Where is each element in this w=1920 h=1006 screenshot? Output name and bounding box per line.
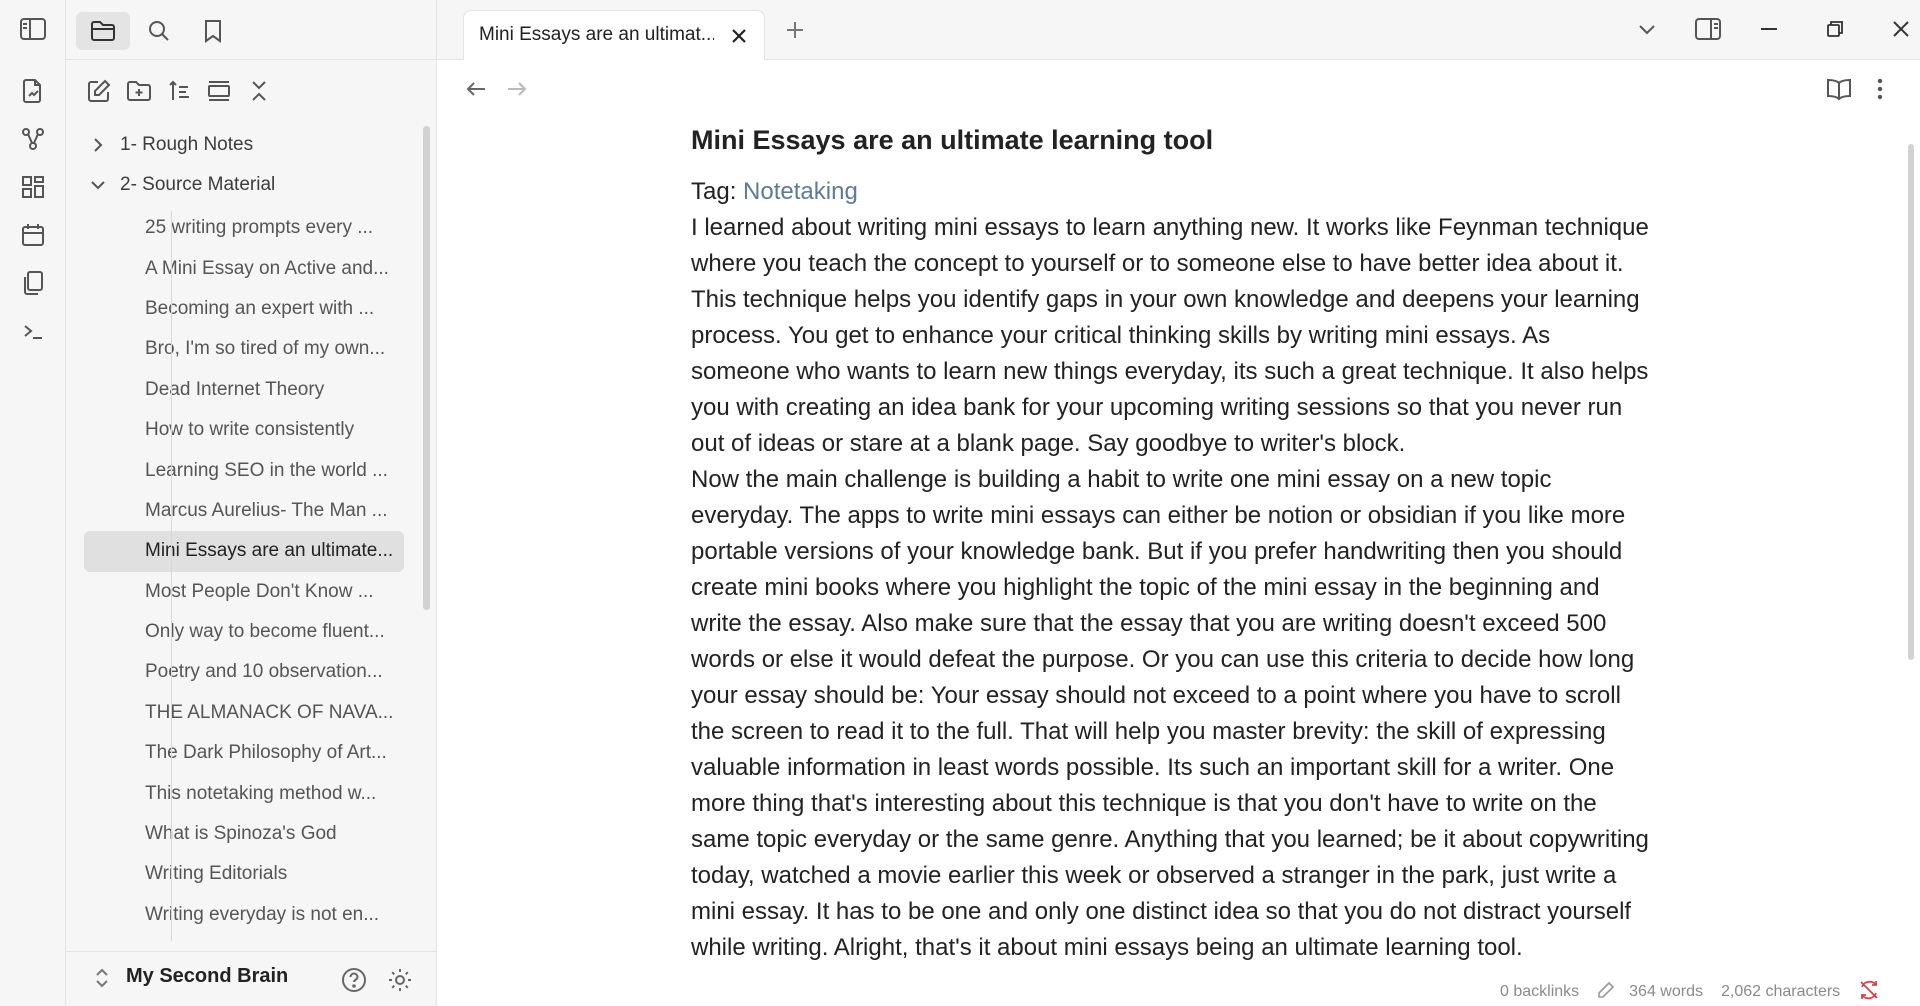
file-item[interactable]: Becoming an expert with ... <box>84 289 404 329</box>
tab-list-chevron-down-icon[interactable] <box>1632 14 1662 44</box>
open-quick-switcher-icon[interactable] <box>18 76 48 106</box>
sidebar-scrollbar[interactable] <box>423 126 430 610</box>
close-tab-icon[interactable] <box>726 23 752 49</box>
file-explorer-actions <box>66 68 437 112</box>
navigate-forward-arrow-icon[interactable] <box>502 74 532 104</box>
file-item[interactable]: Poetry and 10 observation... <box>84 652 404 692</box>
tag-line: Tag: Notetaking <box>691 174 1651 210</box>
file-item[interactable]: A Mini Essay on Active and... <box>84 248 404 288</box>
tab-title: Mini Essays are an ultimat... <box>479 24 714 45</box>
tag-link[interactable]: Notetaking <box>743 178 858 205</box>
canvas-icon[interactable] <box>18 172 48 202</box>
restore-window-icon[interactable] <box>1820 14 1850 44</box>
backlinks-count[interactable]: 0 backlinks <box>1500 983 1579 1001</box>
vault-switch-chevrons-icon[interactable] <box>92 964 112 992</box>
settings-gear-icon[interactable] <box>384 964 416 996</box>
folder-source-material[interactable]: 2- Source Material <box>88 168 275 202</box>
new-folder-icon[interactable] <box>124 76 154 106</box>
file-item[interactable]: Writing everyday is not en... <box>84 895 404 935</box>
files-tab-button[interactable] <box>76 12 130 50</box>
file-item[interactable]: The Dark Philosophy of Art... <box>84 733 404 773</box>
file-item[interactable]: What is Spinoza's God <box>84 814 404 854</box>
file-tree: 1- Rough Notes 2- Source Material 25 wri… <box>66 128 411 943</box>
left-ribbon <box>0 0 66 1006</box>
note-paragraph[interactable]: Now the main challenge is building a hab… <box>691 462 1651 966</box>
chevron-right-icon <box>88 135 108 155</box>
tag-label: Tag: <box>691 178 737 205</box>
note-title[interactable]: Mini Essays are an ultimate learning too… <box>691 120 1651 160</box>
toggle-sidebar-icon[interactable] <box>18 14 48 44</box>
folder-icon <box>91 21 115 41</box>
tab-bar: Mini Essays are an ultimat... <box>437 0 1920 61</box>
editor-pane: Mini Essays are an ultimate learning too… <box>437 60 1920 1006</box>
file-item[interactable]: Bro, I'm so tired of my own... <box>84 329 404 369</box>
file-item[interactable]: Mini Essays are an ultimate... <box>84 531 404 572</box>
navigate-back-arrow-icon[interactable] <box>461 74 491 104</box>
close-window-icon[interactable] <box>1886 14 1916 44</box>
file-explorer-sidebar: 1- Rough Notes 2- Source Material 25 wri… <box>66 0 437 1006</box>
more-options-icon[interactable] <box>1865 74 1895 104</box>
search-tab-button[interactable] <box>132 12 186 50</box>
templates-icon[interactable] <box>18 268 48 298</box>
vault-name[interactable]: My Second Brain <box>126 965 288 988</box>
vault-switcher-bar: My Second Brain <box>66 951 437 1006</box>
file-item[interactable]: Only way to become fluent... <box>84 612 404 652</box>
folder-rough-notes[interactable]: 1- Rough Notes <box>88 128 253 162</box>
tab-active-note[interactable]: Mini Essays are an ultimat... <box>463 10 765 61</box>
toggle-right-sidebar-icon[interactable] <box>1693 14 1723 44</box>
auto-reveal-icon[interactable] <box>204 76 234 106</box>
character-count: 2,062 characters <box>1720 983 1841 1000</box>
folder-label: 2- Source Material <box>120 174 276 195</box>
editor-scrollbar[interactable] <box>1908 144 1914 660</box>
command-palette-icon[interactable] <box>18 316 48 346</box>
edit-mode-pencil-icon[interactable] <box>1597 981 1615 1004</box>
file-item[interactable]: 25 writing prompts every ... <box>84 208 404 248</box>
help-icon[interactable] <box>338 964 370 996</box>
file-item[interactable]: This notetaking method w... <box>84 773 404 813</box>
file-item[interactable]: Writing Editorials <box>84 854 404 894</box>
daily-note-calendar-icon[interactable] <box>18 220 48 250</box>
status-bar: 0 backlinks 364 words 2,062 characters <box>1500 978 1920 1006</box>
minimize-window-icon[interactable] <box>1754 14 1784 44</box>
file-item[interactable]: THE ALMANACK OF NAVA... <box>84 693 404 733</box>
collapse-all-icon[interactable] <box>244 76 274 106</box>
sidebar-tab-header <box>66 0 437 60</box>
bookmarks-tab-button[interactable] <box>186 12 240 50</box>
tree-indent-guide <box>171 211 172 941</box>
file-item[interactable]: Marcus Aurelius- The Man ... <box>84 491 404 531</box>
sort-order-icon[interactable] <box>164 76 194 106</box>
folder-label: 1- Rough Notes <box>120 134 254 155</box>
sync-error-icon[interactable] <box>1858 979 1880 1006</box>
word-count: 364 words <box>1629 983 1703 1000</box>
file-list: 25 writing prompts every ... A Mini Essay… <box>84 208 404 935</box>
graph-view-icon[interactable] <box>18 124 48 154</box>
file-item[interactable]: Dead Internet Theory <box>84 370 404 410</box>
chevron-down-icon <box>88 175 108 195</box>
file-item[interactable]: Learning SEO in the world ... <box>84 450 404 490</box>
note-paragraph[interactable]: I learned about writing mini essays to l… <box>691 210 1651 462</box>
note-content[interactable]: Mini Essays are an ultimate learning too… <box>691 120 1651 966</box>
new-tab-plus-icon[interactable] <box>781 16 809 44</box>
search-icon <box>149 21 169 41</box>
bookmark-icon <box>205 20 221 43</box>
new-note-icon[interactable] <box>84 76 114 106</box>
file-item[interactable]: Most People Don't Know ... <box>84 572 404 612</box>
reading-view-book-icon[interactable] <box>1824 74 1854 104</box>
file-item[interactable]: How to write consistently <box>84 410 404 450</box>
